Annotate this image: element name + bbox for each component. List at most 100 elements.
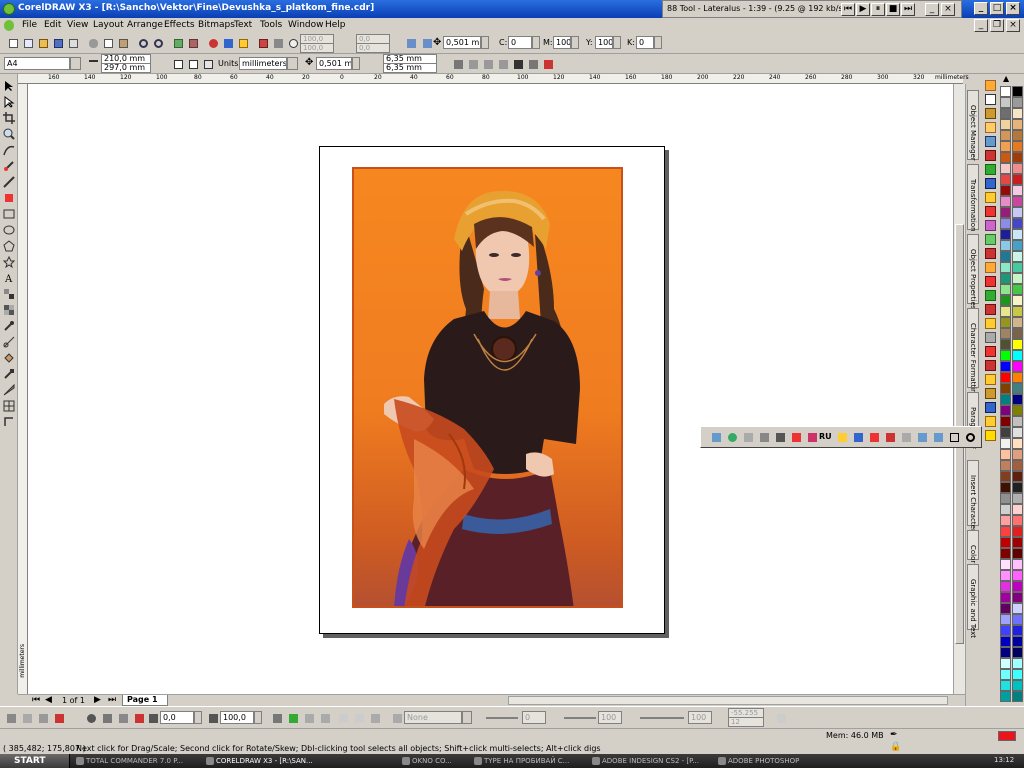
menu-tools[interactable]: Tools <box>260 20 282 30</box>
color-swatch[interactable] <box>1000 405 1011 416</box>
corel-online-icon[interactable] <box>236 36 249 49</box>
bottom-tool-icon[interactable] <box>368 711 381 724</box>
color-swatch[interactable] <box>1000 647 1011 658</box>
docker-icon[interactable] <box>985 220 996 231</box>
color-swatch[interactable] <box>1012 471 1023 482</box>
artistic-media-tool-icon[interactable] <box>3 176 15 188</box>
color-swatch[interactable] <box>1012 680 1023 691</box>
knife-tool-icon[interactable] <box>3 383 15 396</box>
color-swatch[interactable] <box>1012 251 1023 262</box>
bottom-tool-icon[interactable] <box>4 711 17 724</box>
bottom-tool-icon[interactable] <box>84 711 97 724</box>
color-swatch[interactable] <box>1012 262 1023 273</box>
color-swatch[interactable] <box>1012 482 1023 493</box>
docker-icon[interactable] <box>985 374 996 385</box>
color-swatch[interactable] <box>1000 658 1011 669</box>
float-tool-icon[interactable] <box>851 430 864 443</box>
slider-track[interactable] <box>564 717 596 719</box>
opacity-value-spinner[interactable] <box>254 711 262 724</box>
float-tool-icon[interactable] <box>805 430 818 443</box>
docker-icon[interactable] <box>985 80 996 91</box>
docker-icon[interactable] <box>985 416 996 427</box>
docker-icon[interactable] <box>985 304 996 315</box>
color-swatch[interactable] <box>1000 669 1011 680</box>
color-swatch[interactable] <box>1000 141 1011 152</box>
winamp-prev-icon[interactable]: ⏮ <box>841 3 855 16</box>
interactive-fill-tool-icon[interactable] <box>3 192 15 204</box>
color-swatch[interactable] <box>1000 680 1011 691</box>
fill-color-swatch[interactable] <box>998 731 1016 741</box>
color-swatch[interactable] <box>1012 86 1023 97</box>
color-swatch[interactable] <box>1012 581 1023 592</box>
menu-arrange[interactable]: Arrange <box>127 20 163 30</box>
import-icon[interactable] <box>171 36 184 49</box>
nudge-field[interactable]: 0,501 mm <box>316 57 352 70</box>
color-swatch[interactable] <box>1000 570 1011 581</box>
next-page-icon[interactable]: ▶ <box>94 695 101 705</box>
bottom-tool-icon[interactable] <box>318 711 331 724</box>
float-tool-icon[interactable] <box>867 430 880 443</box>
color-swatch[interactable] <box>1012 119 1023 130</box>
float-tool-icon[interactable] <box>741 430 754 443</box>
color-swatch[interactable] <box>1012 691 1023 702</box>
color-swatch[interactable] <box>1000 438 1011 449</box>
menu-view[interactable]: View <box>67 20 88 30</box>
export-icon[interactable] <box>186 36 199 49</box>
docker-icon[interactable] <box>985 192 996 203</box>
outline-width-spinner[interactable] <box>481 36 489 49</box>
yellow-field[interactable]: 100 <box>595 36 613 49</box>
black-spinner[interactable] <box>654 36 662 49</box>
info-icon[interactable] <box>286 36 299 49</box>
color-swatch[interactable] <box>1000 339 1011 350</box>
docker-icon[interactable] <box>985 248 996 259</box>
color-swatch[interactable] <box>1012 317 1023 328</box>
copy-icon[interactable] <box>101 36 114 49</box>
undo-icon[interactable] <box>136 36 149 49</box>
color-swatch[interactable] <box>1000 416 1011 427</box>
options-property-icon[interactable] <box>526 57 539 70</box>
color-swatch[interactable] <box>1000 119 1011 130</box>
new-icon[interactable] <box>6 36 19 49</box>
first-page-icon[interactable]: ⏮ <box>32 695 40 705</box>
fill-type-dropdown-icon[interactable] <box>462 711 472 724</box>
paper-type-icon[interactable] <box>541 57 554 70</box>
redo-icon[interactable] <box>151 36 164 49</box>
color-swatch[interactable] <box>1000 163 1011 174</box>
paper-size-select[interactable]: A4 <box>4 57 70 70</box>
bottom-tool-icon[interactable] <box>116 711 129 724</box>
blend-value-field[interactable]: 0,0 <box>160 711 194 724</box>
rotation-field-2[interactable]: 0,0 <box>356 43 390 53</box>
menu-window[interactable]: Window <box>288 20 324 30</box>
color-swatch[interactable] <box>1000 240 1011 251</box>
coreldraw-app-icon[interactable] <box>3 3 15 15</box>
float-circle-icon[interactable] <box>963 430 976 443</box>
vertical-scrollbar[interactable] <box>953 84 965 694</box>
color-swatch[interactable] <box>1012 647 1023 658</box>
zoom-levels-icon[interactable] <box>256 36 269 49</box>
nudge-spinner[interactable] <box>352 57 360 70</box>
document-icon[interactable] <box>4 20 14 31</box>
minimize-icon[interactable]: _ <box>974 2 988 15</box>
color-swatch[interactable] <box>1000 548 1011 559</box>
portrait-icon[interactable] <box>171 57 184 70</box>
color-swatch[interactable] <box>1012 174 1023 185</box>
print-icon[interactable] <box>66 36 79 49</box>
color-swatch[interactable] <box>1012 603 1023 614</box>
field-a[interactable]: 0 <box>522 711 546 724</box>
color-swatch[interactable] <box>1012 548 1023 559</box>
float-tool-icon[interactable] <box>773 430 786 443</box>
docker-icon[interactable] <box>985 122 996 133</box>
color-swatch[interactable] <box>1000 273 1011 284</box>
crop-tool-icon[interactable] <box>3 112 15 124</box>
color-swatch[interactable] <box>1012 218 1023 229</box>
task-indesign[interactable]: ADOBE INDESIGN CS2 - [P... <box>590 755 712 767</box>
color-swatch[interactable] <box>1012 493 1023 504</box>
winamp-play-icon[interactable]: ▶ <box>856 3 870 16</box>
bottom-tool-icon[interactable] <box>100 711 113 724</box>
color-swatch[interactable] <box>1000 174 1011 185</box>
color-swatch[interactable] <box>1000 372 1011 383</box>
color-swatch[interactable] <box>1012 163 1023 174</box>
units-select[interactable]: millimeters <box>239 57 287 70</box>
docker-icon[interactable] <box>985 276 996 287</box>
landscape-icon[interactable] <box>186 57 199 70</box>
